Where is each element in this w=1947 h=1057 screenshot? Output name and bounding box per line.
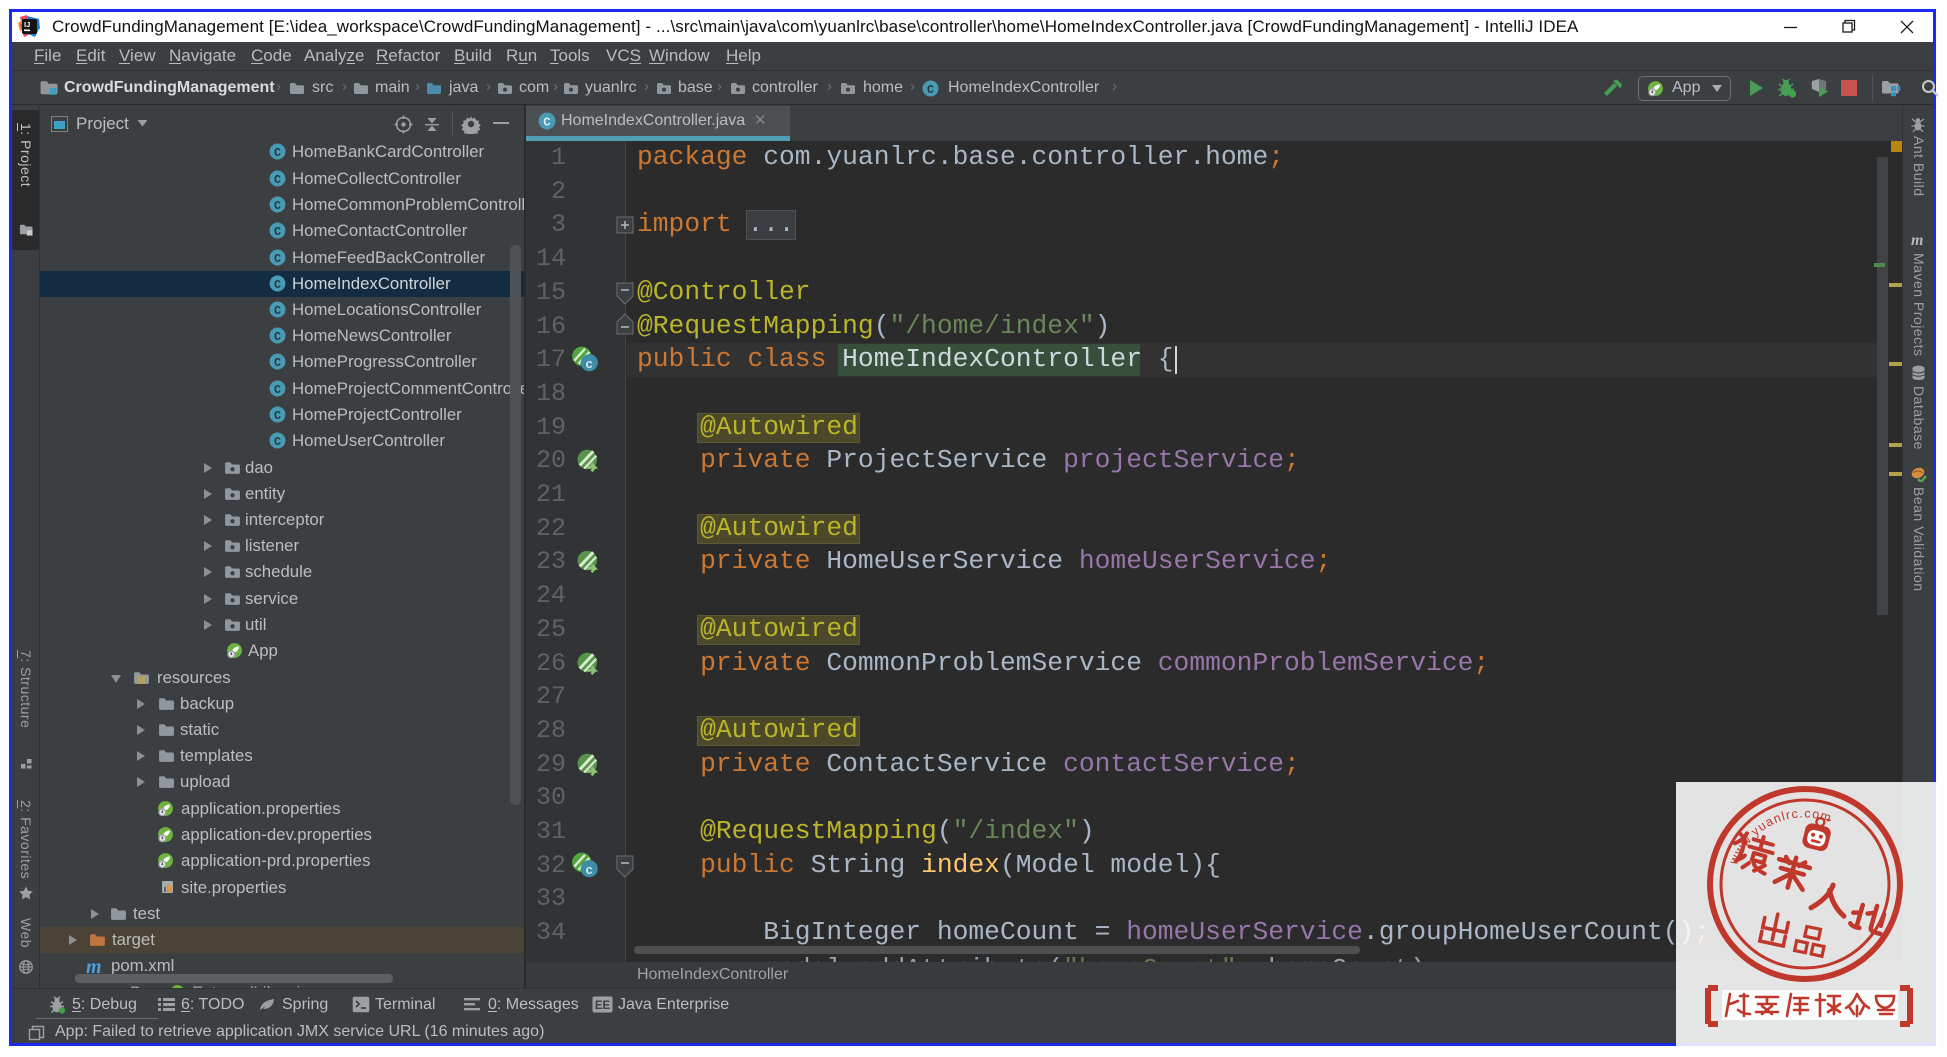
svg-text:m: m [1911, 232, 1923, 248]
svg-text:IJ: IJ [24, 20, 30, 29]
svg-text:C: C [543, 116, 551, 130]
svg-text:c: c [585, 863, 593, 878]
svg-text:EE: EE [595, 1000, 611, 1012]
svg-text:c: c [585, 357, 593, 372]
